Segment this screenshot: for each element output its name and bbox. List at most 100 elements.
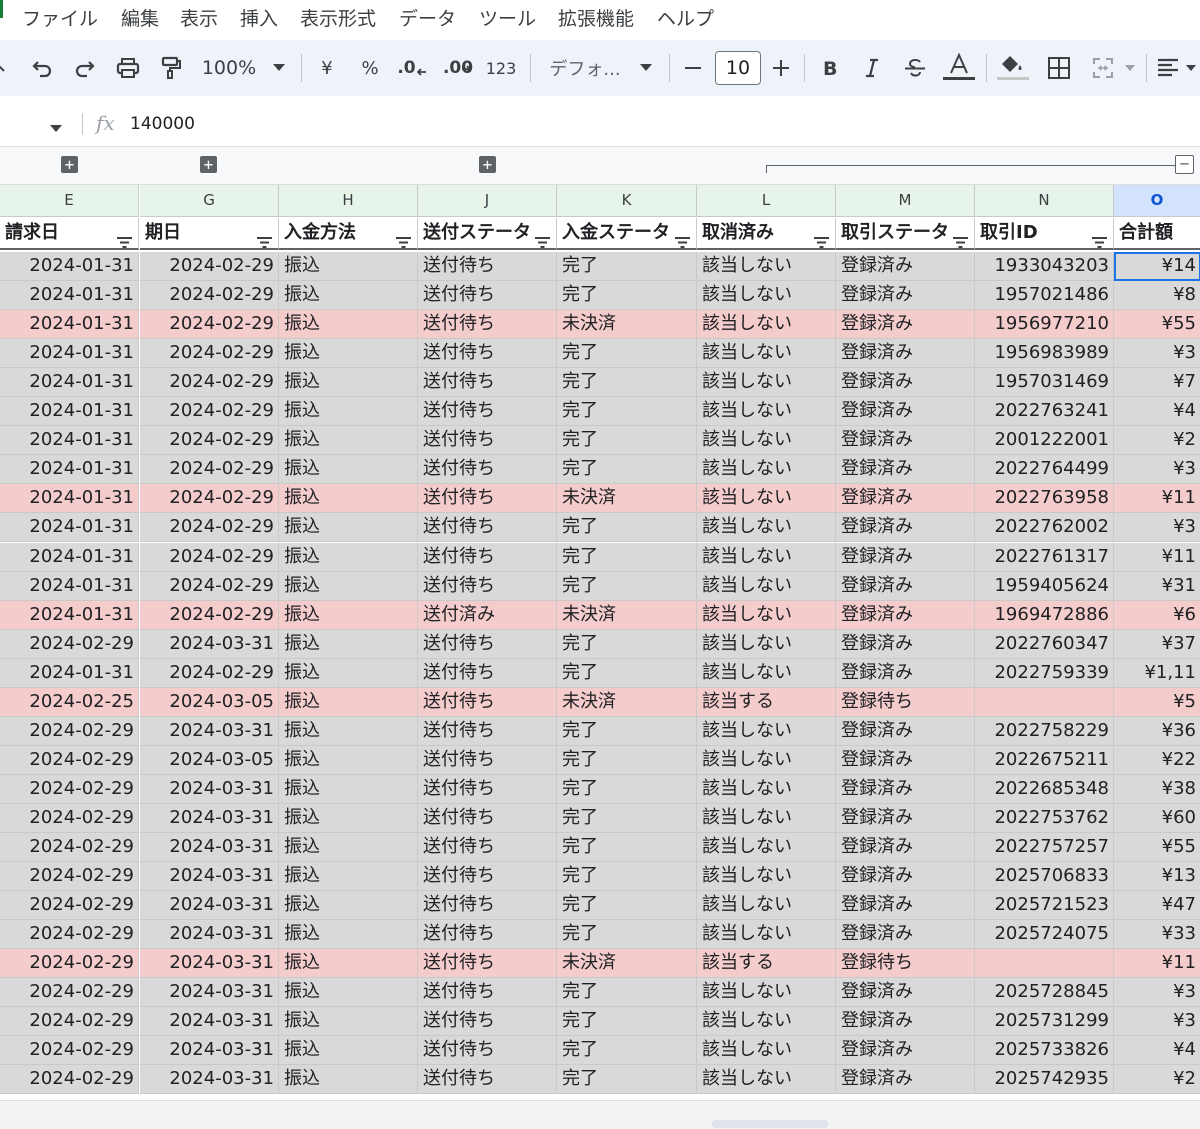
table-cell-e[interactable]: 2024-02-29	[0, 920, 139, 950]
table-cell-n[interactable]: 2025742935	[975, 1065, 1114, 1095]
table-cell-o[interactable]: ¥37	[1114, 629, 1200, 659]
table-cell-m[interactable]: 登録済み	[836, 368, 975, 398]
table-cell-h[interactable]: 振込	[279, 658, 418, 688]
table-cell-k[interactable]: 完了	[557, 920, 697, 950]
table-cell-k[interactable]: 未決済	[557, 600, 697, 630]
table-cell-k[interactable]: 完了	[557, 542, 697, 572]
header-cell[interactable]: 取引ステータ	[836, 218, 975, 250]
table-cell-m[interactable]: 登録済み	[836, 716, 975, 746]
table-cell-j[interactable]: 送付待ち	[418, 426, 557, 456]
table-cell-e[interactable]: 2024-01-31	[0, 658, 139, 688]
table-cell-o[interactable]: ¥4	[1114, 1036, 1200, 1066]
formula-input[interactable]: 140000	[130, 114, 195, 134]
table-cell-o[interactable]: ¥22	[1114, 745, 1200, 775]
table-cell-l[interactable]: 該当しない	[697, 920, 836, 950]
expand-group-icon[interactable]: +	[479, 156, 496, 173]
table-cell-l[interactable]: 該当しない	[697, 745, 836, 775]
table-cell-j[interactable]: 送付待ち	[418, 978, 557, 1008]
table-cell-e[interactable]: 2024-02-29	[0, 1007, 139, 1037]
table-cell-k[interactable]: 完了	[557, 833, 697, 862]
decrease-font-size-icon[interactable]	[680, 40, 706, 96]
table-cell-h[interactable]: 振込	[279, 1036, 418, 1066]
table-cell-g[interactable]: 2024-03-31	[140, 803, 279, 833]
increase-decimal-button[interactable]: .00	[440, 40, 474, 96]
table-cell-e[interactable]: 2024-02-29	[0, 978, 139, 1008]
table-cell-o[interactable]: ¥11	[1114, 542, 1200, 572]
table-cell-m[interactable]: 登録済み	[836, 862, 975, 892]
table-cell-e[interactable]: 2024-02-29	[0, 629, 139, 659]
table-cell-n[interactable]: 2022759339	[975, 658, 1114, 688]
table-cell-k[interactable]: 完了	[557, 658, 697, 688]
table-cell-l[interactable]: 該当しない	[697, 600, 836, 630]
menu-file[interactable]: ファイル	[22, 4, 98, 31]
table-cell-n[interactable]	[975, 949, 1114, 979]
table-cell-o[interactable]: ¥3	[1114, 339, 1200, 369]
table-cell-j[interactable]: 送付待ち	[418, 1065, 557, 1095]
table-cell-j[interactable]: 送付待ち	[418, 1007, 557, 1037]
table-cell-n[interactable]: 2025706833	[975, 862, 1114, 892]
table-cell-o[interactable]: ¥11	[1114, 949, 1200, 979]
table-cell-m[interactable]: 登録済み	[836, 600, 975, 630]
filter-icon[interactable]	[257, 228, 272, 248]
table-cell-k[interactable]: 完了	[557, 281, 697, 311]
table-cell-o[interactable]: ¥55	[1114, 833, 1200, 862]
table-cell-e[interactable]: 2024-01-31	[0, 484, 139, 514]
table-cell-j[interactable]: 送付待ち	[418, 862, 557, 892]
table-cell-j[interactable]: 送付待ち	[418, 455, 557, 485]
table-cell-g[interactable]: 2024-02-29	[140, 513, 279, 543]
table-cell-j[interactable]: 送付待ち	[418, 310, 557, 340]
table-cell-n[interactable]: 2022762002	[975, 513, 1114, 543]
table-cell-m[interactable]: 登録済み	[836, 281, 975, 311]
filter-icon[interactable]	[675, 228, 690, 248]
header-cell[interactable]: 合計額	[1114, 218, 1200, 250]
table-cell-g[interactable]: 2024-03-31	[140, 949, 279, 979]
table-cell-m[interactable]: 登録済み	[836, 1007, 975, 1037]
menu-extensions[interactable]: 拡張機能	[558, 4, 634, 31]
table-cell-e[interactable]: 2024-01-31	[0, 426, 139, 456]
table-cell-e[interactable]: 2024-02-29	[0, 833, 139, 862]
table-cell-e[interactable]: 2024-02-29	[0, 891, 139, 921]
table-cell-l[interactable]: 該当しない	[697, 542, 836, 572]
table-cell-m[interactable]: 登録済み	[836, 774, 975, 804]
table-cell-m[interactable]: 登録済み	[836, 426, 975, 456]
menu-tools[interactable]: ツール	[479, 4, 536, 31]
table-cell-g[interactable]: 2024-03-31	[140, 891, 279, 921]
table-cell-n[interactable]: 2022758229	[975, 716, 1114, 746]
table-cell-m[interactable]: 登録済み	[836, 339, 975, 369]
table-cell-n[interactable]: 1957021486	[975, 281, 1114, 311]
table-cell-h[interactable]: 振込	[279, 1065, 418, 1095]
menu-edit[interactable]: 編集	[121, 4, 159, 31]
header-cell[interactable]: 請求日	[0, 218, 139, 250]
table-cell-e[interactable]: 2024-01-31	[0, 368, 139, 398]
table-cell-e[interactable]: 2024-02-29	[0, 1065, 139, 1095]
table-cell-n[interactable]: 2022764499	[975, 455, 1114, 485]
table-cell-l[interactable]: 該当しない	[697, 455, 836, 485]
table-cell-g[interactable]: 2024-03-31	[140, 1036, 279, 1066]
table-cell-n[interactable]: 2025731299	[975, 1007, 1114, 1037]
table-cell-j[interactable]: 送付待ち	[418, 687, 557, 717]
table-cell-j[interactable]: 送付待ち	[418, 542, 557, 572]
font-size-input[interactable]: 10	[715, 51, 761, 85]
table-cell-l[interactable]: 該当しない	[697, 1065, 836, 1095]
table-cell-e[interactable]: 2024-02-29	[0, 745, 139, 775]
table-cell-g[interactable]: 2024-02-29	[140, 397, 279, 427]
menu-view[interactable]: 表示	[180, 4, 218, 31]
table-cell-j[interactable]: 送付待ち	[418, 803, 557, 833]
table-cell-e[interactable]: 2024-01-31	[0, 339, 139, 369]
table-cell-e[interactable]: 2024-02-29	[0, 716, 139, 746]
table-cell-h[interactable]: 振込	[279, 513, 418, 543]
table-cell-n[interactable]: 2025728845	[975, 978, 1114, 1008]
table-cell-g[interactable]: 2024-03-31	[140, 1065, 279, 1095]
zoom-dropdown-icon[interactable]	[266, 40, 292, 96]
table-cell-l[interactable]: 該当しない	[697, 281, 836, 311]
table-cell-l[interactable]: 該当しない	[697, 774, 836, 804]
table-cell-g[interactable]: 2024-03-31	[140, 978, 279, 1008]
redo-icon[interactable]	[71, 40, 99, 96]
borders-icon[interactable]	[1045, 40, 1073, 96]
table-cell-j[interactable]: 送付待ち	[418, 484, 557, 514]
merge-dropdown-icon[interactable]	[1120, 40, 1140, 96]
fill-color-icon[interactable]	[996, 40, 1030, 96]
percent-format-button[interactable]: %	[356, 40, 384, 96]
table-cell-l[interactable]: 該当しない	[697, 1007, 836, 1037]
table-cell-e[interactable]: 2024-01-31	[0, 455, 139, 485]
